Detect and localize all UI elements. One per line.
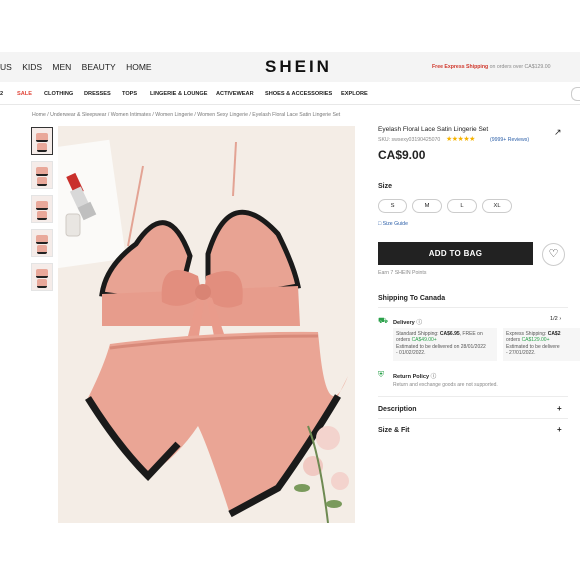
cat-2[interactable]: 2 xyxy=(0,91,3,97)
shipping-heading: Shipping To Canada xyxy=(378,295,446,302)
cat-clothing[interactable]: CLOTHING xyxy=(44,91,73,97)
cat-dresses[interactable]: DRESSES xyxy=(84,91,111,97)
nav-beauty[interactable]: BEAUTY xyxy=(82,62,116,72)
promo-highlight: Free Express Shipping xyxy=(432,64,489,70)
size-fit-header[interactable]: Size & Fit xyxy=(378,427,410,434)
product-title: Eyelash Floral Lace Satin Lingerie Set xyxy=(378,126,489,133)
thumbnail-image[interactable] xyxy=(31,161,53,189)
cat-shoes-accessories[interactable]: SHOES & ACCESSORIES xyxy=(265,91,332,97)
divider xyxy=(378,418,568,419)
return-policy-note: Return and exchange goods are not suppor… xyxy=(393,382,498,388)
size-label: Size xyxy=(378,183,393,190)
promo-banner[interactable]: Free Express Shipping on orders over CA$… xyxy=(432,64,551,70)
expand-size-fit-icon[interactable]: + xyxy=(557,425,562,434)
size-guide-label: Size Guide xyxy=(382,221,408,227)
size-option-xl[interactable]: XL xyxy=(482,199,512,213)
cat-lingerie[interactable]: LINGERIE & LOUNGE xyxy=(150,91,208,97)
delivery-label: Delivery ⓘ xyxy=(393,318,422,326)
size-option-l[interactable]: L xyxy=(447,199,477,213)
info-icon[interactable]: ⓘ xyxy=(416,320,422,326)
nav-home[interactable]: HOME xyxy=(126,62,152,72)
thumbnail-image[interactable] xyxy=(31,127,53,155)
expand-description-icon[interactable]: + xyxy=(557,404,562,413)
return-policy-text: Return Policy xyxy=(393,374,430,380)
share-icon[interactable]: ↗ xyxy=(554,127,562,138)
thumbnail-image[interactable] xyxy=(31,229,53,257)
info-icon[interactable]: ⓘ xyxy=(431,374,437,380)
shein-logo[interactable]: SHEIN xyxy=(265,57,332,77)
size-option-s[interactable]: S xyxy=(378,199,407,213)
pager-text: 1/2 xyxy=(550,316,558,322)
nav-men[interactable]: MEN xyxy=(52,62,71,72)
product-illustration xyxy=(58,126,355,523)
divider xyxy=(378,396,568,397)
earn-points-text: Earn 7 SHEIN Points xyxy=(378,270,427,276)
thumbnail-image[interactable] xyxy=(31,263,53,291)
cat-sale[interactable]: SALE xyxy=(17,91,32,97)
product-sku: SKU: swsexy03190425070 xyxy=(378,137,441,143)
product-price: CA$9.00 xyxy=(378,148,426,162)
truck-icon: ⛟ xyxy=(378,316,389,325)
breadcrumb[interactable]: Home / Underwear & Sleepwear / Women Int… xyxy=(32,112,340,118)
nav-kids[interactable]: KIDS xyxy=(22,62,42,72)
add-to-bag-button[interactable]: ADD TO BAG xyxy=(378,242,533,265)
rating-stars-icon: ★★★★★ xyxy=(446,136,475,143)
size-guide-link[interactable]: □ Size Guide xyxy=(378,221,408,227)
product-main-image[interactable] xyxy=(58,126,355,523)
delivery-label-text: Delivery xyxy=(393,320,415,326)
delivery-pager[interactable]: 1/2 › xyxy=(550,316,561,322)
thumbnail-image[interactable] xyxy=(31,195,53,223)
size-option-m[interactable]: M xyxy=(412,199,442,213)
nav-divider xyxy=(0,104,580,105)
chevron-right-icon[interactable]: › xyxy=(559,316,561,322)
nav-us[interactable]: US xyxy=(0,62,12,72)
cat-explore[interactable]: EXPLORE xyxy=(341,91,368,97)
divider xyxy=(378,307,568,308)
standard-shipping-card: Standard Shipping: CA$6.95, FREE on orde… xyxy=(393,328,497,361)
search-input[interactable] xyxy=(571,87,580,101)
reviews-link[interactable]: (9999+ Reviews) xyxy=(490,137,529,143)
return-policy-label: Return Policy ⓘ xyxy=(393,372,436,380)
thumbnail-list xyxy=(31,127,53,297)
shield-check-icon: ⛨ xyxy=(378,370,384,379)
cat-activewear[interactable]: ACTIVEWEAR xyxy=(216,91,254,97)
top-nav: US KIDS MEN BEAUTY HOME xyxy=(0,62,160,72)
promo-rest: on orders over CA$129.00 xyxy=(488,64,551,70)
cat-tops[interactable]: TOPS xyxy=(122,91,137,97)
wishlist-heart-icon[interactable]: ♡ xyxy=(542,243,565,266)
express-shipping-card: Express Shipping: CA$2 orders CA$129.00+… xyxy=(503,328,580,361)
description-header[interactable]: Description xyxy=(378,406,417,413)
